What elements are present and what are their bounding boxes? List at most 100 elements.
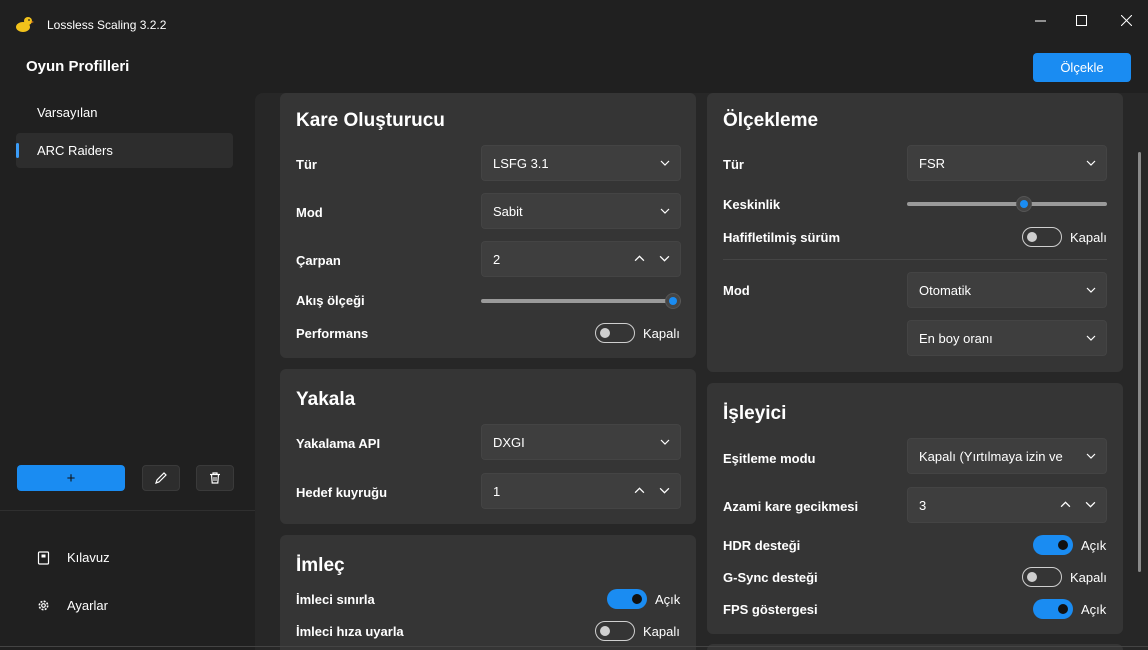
chevron-up-icon[interactable] [634, 485, 645, 496]
nav-guide[interactable]: Kılavuz [37, 550, 110, 565]
capture-api-dropdown[interactable]: DXGI [481, 424, 681, 460]
trash-icon [210, 472, 220, 484]
slider-track [481, 299, 681, 303]
toggle-state: Kapalı [1070, 569, 1107, 585]
gear-icon [38, 600, 49, 611]
main-content: Kare Oluşturucu Tür LSFG 3.1 Mod Sabit Ç… [255, 93, 1148, 650]
gsync-toggle[interactable]: Kapalı [1022, 567, 1107, 587]
card-title: Ölçekleme [723, 110, 819, 131]
profile-item-default[interactable]: Varsayılan [16, 95, 233, 130]
toggle-state: Açık [655, 591, 681, 607]
nav-settings[interactable]: Ayarlar [37, 598, 108, 613]
frame-gen-type-dropdown[interactable]: LSFG 3.1 [481, 145, 681, 181]
toggle-switch[interactable] [1033, 535, 1073, 555]
chevron-down-icon [660, 208, 670, 214]
target-queue-label: Hedef kuyruğu [296, 485, 388, 500]
type-label: Tür [296, 157, 317, 172]
scrollbar[interactable] [1138, 152, 1141, 572]
aspect-ratio-dropdown[interactable]: En boy oranı [907, 320, 1107, 356]
active-indicator [16, 143, 19, 158]
close-button[interactable] [1103, 8, 1148, 32]
scaling-type-dropdown[interactable]: FSR [907, 145, 1107, 181]
nav-label: Kılavuz [67, 550, 110, 565]
multiplier-label: Çarpan [296, 253, 341, 268]
nav-label: Ayarlar [67, 598, 108, 613]
gsync-label: G-Sync desteği [723, 570, 818, 585]
profile-item-arc-raiders[interactable]: ARC Raiders [16, 133, 233, 168]
scaling-mode-dropdown[interactable]: Otomatik [907, 272, 1107, 308]
hdr-toggle[interactable]: Açık [1033, 535, 1106, 555]
toggle-state: Açık [1081, 537, 1107, 553]
max-latency-label: Azami kare gecikmesi [723, 499, 859, 514]
fps-indicator-toggle[interactable]: Açık [1033, 599, 1106, 619]
sharpness-label: Keskinlik [723, 197, 781, 212]
capture-api-label: Yakalama API [296, 436, 381, 451]
toggle-switch[interactable] [607, 589, 647, 609]
scale-button[interactable]: Ölçekle [1033, 53, 1131, 82]
renderer-card: İşleyici Eşitleme modu Kapalı (Yırtılmay… [707, 383, 1123, 634]
toggle-state: Kapalı [1070, 229, 1107, 245]
clip-cursor-label: İmleci sınırla [296, 592, 375, 607]
close-icon [1120, 14, 1132, 26]
bottom-border [0, 646, 1148, 647]
next-card-edge [707, 644, 1123, 650]
mode-label: Mod [296, 205, 323, 220]
duck-logo-icon [16, 17, 34, 32]
sync-mode-dropdown[interactable]: Kapalı (Yırtılmaya izin ve [907, 438, 1107, 474]
slider-thumb[interactable] [1015, 196, 1032, 212]
toggle-switch[interactable] [1022, 227, 1062, 247]
flow-scale-label: Akış ölçeği [296, 293, 365, 308]
delete-profile-button[interactable] [196, 465, 234, 491]
toggle-state: Kapalı [643, 325, 680, 341]
card-divider [723, 259, 1107, 260]
pencil-icon [155, 472, 167, 484]
card-title: Yakala [296, 389, 356, 410]
frame-generation-card: Kare Oluşturucu Tür LSFG 3.1 Mod Sabit Ç… [280, 93, 696, 358]
chevron-up-icon[interactable] [634, 253, 645, 264]
adjust-cursor-toggle[interactable]: Kapalı [595, 621, 680, 641]
sync-mode-label: Eşitleme modu [723, 451, 816, 466]
hdr-label: HDR desteği [723, 538, 801, 553]
profile-label: Varsayılan [37, 105, 98, 120]
lite-version-label: Hafifletilmiş sürüm [723, 230, 841, 245]
scaling-mode-label: Mod [723, 283, 750, 298]
performance-label: Performans [296, 326, 369, 341]
performance-toggle[interactable]: Kapalı [595, 323, 680, 343]
chevron-down-icon [1086, 335, 1096, 341]
minimize-icon [1034, 20, 1046, 21]
frame-gen-mode-dropdown[interactable]: Sabit [481, 193, 681, 229]
toggle-state: Açık [1081, 601, 1107, 617]
profile-label: ARC Raiders [37, 143, 113, 158]
minimize-button[interactable] [1017, 8, 1063, 32]
toggle-switch[interactable] [1022, 567, 1062, 587]
target-queue-stepper[interactable]: 1 [481, 473, 681, 509]
add-profile-button[interactable]: + [17, 465, 125, 491]
slider-thumb[interactable] [665, 293, 681, 309]
maximize-button[interactable] [1058, 8, 1104, 32]
capture-card: Yakala Yakalama API DXGI Hedef kuyruğu 1 [280, 369, 696, 524]
multiplier-stepper[interactable]: 2 [481, 241, 681, 277]
slider-track [907, 202, 1107, 206]
maximize-icon [1075, 14, 1087, 26]
card-title: Kare Oluşturucu [296, 110, 445, 131]
toggle-switch[interactable] [1033, 599, 1073, 619]
flow-scale-slider[interactable] [481, 293, 681, 309]
sidebar-title: Oyun Profilleri [26, 58, 130, 75]
chevron-down-icon [1086, 287, 1096, 293]
chevron-up-icon[interactable] [1060, 499, 1071, 510]
title-bar: Lossless Scaling 3.2.2 [0, 0, 1148, 42]
toggle-switch[interactable] [595, 323, 635, 343]
toggle-switch[interactable] [595, 621, 635, 641]
lite-version-toggle[interactable]: Kapalı [1022, 227, 1107, 247]
sharpness-slider[interactable] [907, 196, 1107, 212]
chevron-down-icon[interactable] [659, 485, 670, 496]
card-title: İşleyici [723, 403, 787, 424]
clip-cursor-toggle[interactable]: Açık [607, 589, 680, 609]
edit-profile-button[interactable] [142, 465, 180, 491]
chevron-down-icon[interactable] [1085, 499, 1096, 510]
plus-label: + [66, 469, 76, 487]
scaling-type-label: Tür [723, 157, 744, 172]
chevron-down-icon[interactable] [659, 253, 670, 264]
book-icon [37, 550, 50, 565]
max-latency-stepper[interactable]: 3 [907, 487, 1107, 523]
